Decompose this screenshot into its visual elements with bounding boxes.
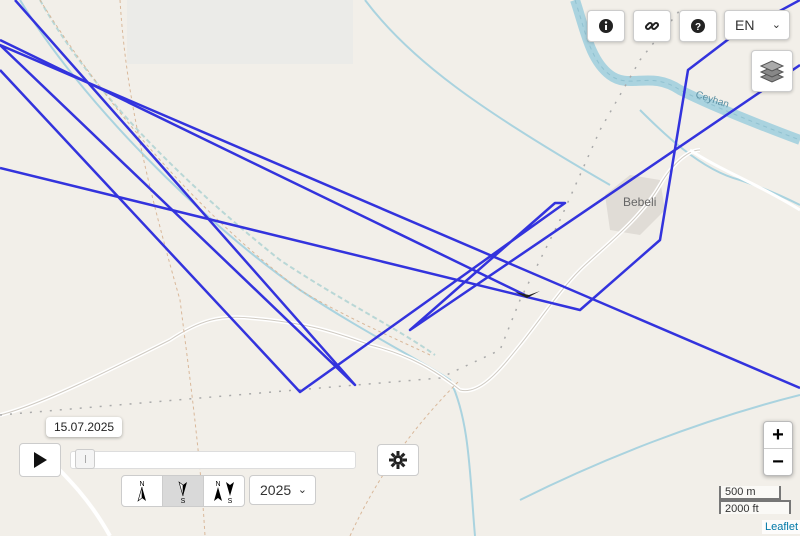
help-button[interactable]: ?	[679, 10, 717, 42]
settings-button[interactable]	[377, 444, 419, 476]
play-button[interactable]	[19, 443, 61, 477]
scale-metric: 500 m	[719, 486, 781, 500]
svg-text:?: ?	[695, 22, 701, 33]
info-icon	[599, 19, 613, 33]
scale-imperial: 2000 ft	[719, 500, 791, 515]
date-label: 15.07.2025	[46, 417, 123, 437]
svg-text:S: S	[181, 498, 186, 503]
direction-north-button[interactable]: N	[122, 476, 163, 506]
layers-button[interactable]	[751, 50, 793, 92]
zoom-out-button[interactable]: −	[764, 449, 792, 475]
both-arrows-icon: NS	[214, 481, 234, 503]
chevron-down-icon: ⌄	[771, 19, 781, 31]
svg-text:S: S	[228, 498, 233, 503]
slider-handle[interactable]	[75, 449, 95, 469]
layers-icon	[759, 60, 785, 83]
svg-text:N: N	[139, 481, 144, 488]
info-button[interactable]	[587, 10, 625, 42]
language-select[interactable]: EN ⌄	[724, 10, 790, 40]
svg-text:N: N	[215, 481, 220, 488]
link-button[interactable]	[633, 10, 671, 42]
zoom-in-button[interactable]: +	[764, 422, 792, 449]
village-label: Bebeli	[623, 195, 656, 209]
north-arrow-icon: N	[137, 481, 146, 502]
timeline-slider[interactable]	[70, 449, 356, 469]
zoom-control: + −	[763, 421, 793, 476]
landuse-area	[127, 0, 353, 64]
south-arrow-icon: S	[178, 481, 187, 503]
year-select[interactable]: 2025 ⌄	[249, 475, 316, 505]
gear-icon	[389, 451, 407, 469]
direction-south-button[interactable]: S	[163, 476, 204, 506]
link-icon	[644, 21, 660, 31]
direction-both-button[interactable]: NS	[204, 476, 244, 506]
year-value: 2025	[260, 482, 292, 498]
play-icon	[34, 452, 47, 468]
language-value: EN	[735, 17, 755, 33]
chevron-down-icon: ⌄	[297, 484, 307, 496]
direction-toggle[interactable]: N S NS	[121, 475, 245, 507]
attribution-link[interactable]: Leaflet	[762, 520, 800, 534]
help-icon: ?	[691, 19, 705, 33]
